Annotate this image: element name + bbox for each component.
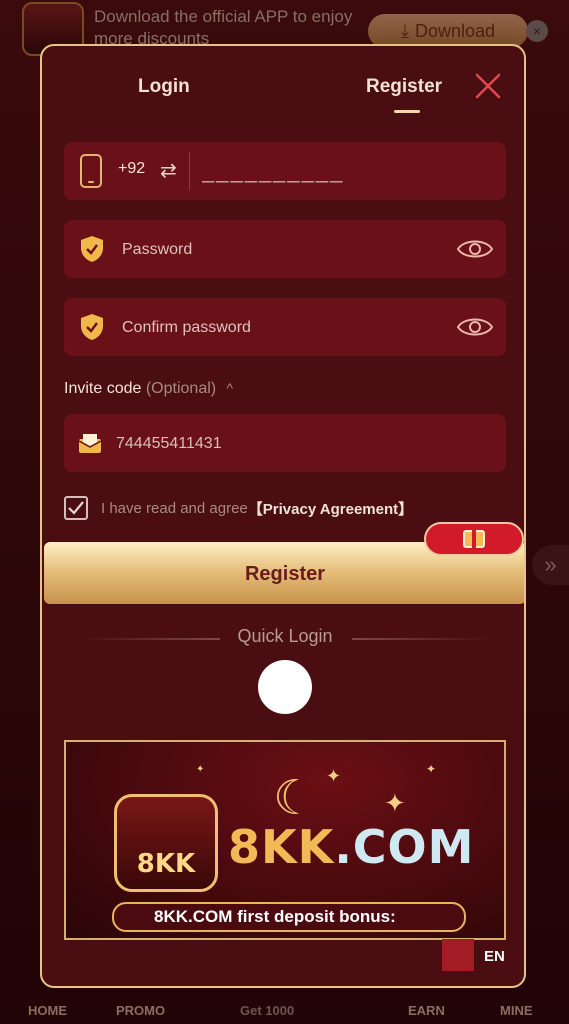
check-icon [68,501,84,515]
agree-text: I have read and agree [101,499,248,517]
confirm-password-input[interactable] [120,311,444,345]
invite-label-text: Invite code [64,380,142,397]
nav-promo[interactable]: PROMO [116,1003,165,1018]
password-input[interactable] [120,233,444,267]
eye-icon[interactable] [456,236,494,262]
brand-logo: 8KK [114,794,218,892]
agreement-row: I have read and agree 【Privacy Agreement… [64,496,413,520]
invite-optional: (Optional) [145,380,217,397]
invite-code-input[interactable] [114,427,438,461]
deposit-brand: 8KK.COM [154,907,233,926]
confirm-password-field [64,298,506,356]
star-icon: ✦ [384,788,406,818]
nav-earn-amount[interactable]: Get 1000 [240,1003,294,1018]
brand-logo-text: 8KK [136,849,196,879]
brand-name: 8KK.COM [228,820,474,874]
country-code[interactable]: +92 [118,160,145,178]
agree-checkbox[interactable] [64,496,88,520]
phone-icon [80,154,102,188]
divider-right [352,638,492,640]
privacy-agreement-link[interactable]: 【Privacy Agreement】 [248,498,413,519]
language-label[interactable]: EN [484,948,505,965]
swap-icon[interactable]: ⇄ [160,158,177,183]
register-modal: Login Register +92 ⇄ Invite code (Option… [40,44,526,988]
side-expand-icon[interactable]: » [532,545,569,585]
star-icon: ✦ [426,762,437,776]
deposit-bonus: 8KK.COM first deposit bonus: [112,902,466,932]
brand-name-part1: 8KK [228,820,335,874]
tab-login[interactable]: Login [138,76,190,98]
shield-check-icon [81,236,103,262]
brand-name-part2: .COM [334,820,475,874]
nav-earn[interactable]: EARN [408,1003,445,1018]
download-label: Download [414,20,496,41]
phone-field: +92 ⇄ [64,142,506,200]
password-field [64,220,506,278]
download-icon: ⤓ [400,20,409,41]
language-flag-icon[interactable] [442,939,474,971]
star-icon: ✦ [326,766,342,786]
envelope-icon [78,434,102,453]
download-button[interactable]: ⤓ Download [368,14,528,48]
deposit-text: first deposit bonus: [237,907,396,926]
close-icon[interactable] [472,70,504,102]
invite-code-label[interactable]: Invite code (Optional) ^ [64,380,233,398]
bottom-nav: HOME PROMO Get 1000 EARN MINE [0,990,569,1024]
invite-code-field [64,414,506,472]
quick-login-button[interactable] [258,660,312,714]
gift-box-icon [424,522,524,556]
nav-mine[interactable]: MINE [500,1003,533,1018]
active-tab-indicator [394,110,420,113]
quick-login-label: Quick Login [237,626,333,646]
tab-register[interactable]: Register [366,76,442,98]
shield-check-icon [81,314,103,340]
star-icon: ✦ [196,764,205,775]
divider [189,152,190,190]
eye-icon[interactable] [456,314,494,340]
crescent-moon-icon: ☾ [273,772,317,825]
nav-home[interactable]: HOME [28,1003,67,1018]
chevron-up-icon[interactable]: ^ [227,380,234,396]
promo-banner[interactable]: ☾ ✦ ✦ ✦ ✦ 8KK 8KK.COM 8KK.COM first depo… [64,740,506,940]
banner-close-icon[interactable]: × [526,20,548,42]
phone-input[interactable] [200,154,494,188]
